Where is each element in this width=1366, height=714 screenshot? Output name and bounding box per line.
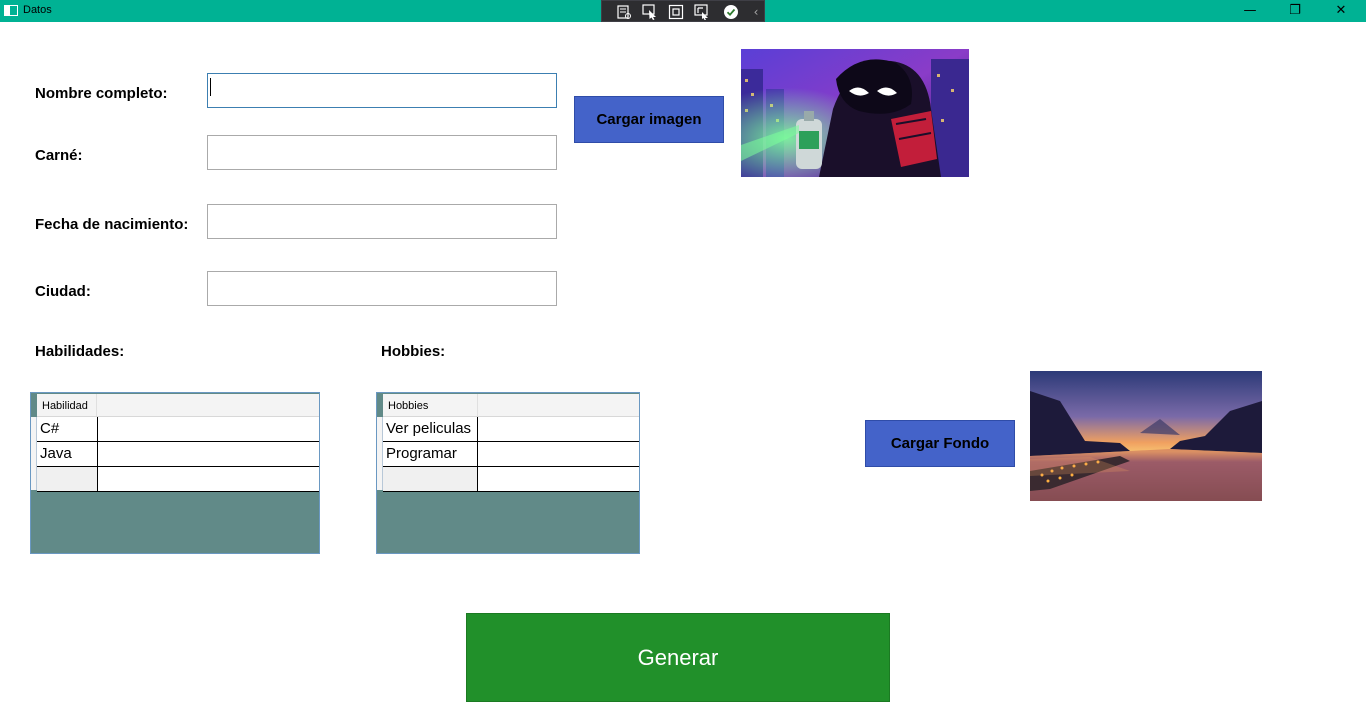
- habilidades-grid-header: Habilidad: [37, 394, 319, 417]
- display-layout-adorners-icon[interactable]: [668, 4, 684, 20]
- hobbies-cell[interactable]: [478, 442, 639, 466]
- habilidades-cell[interactable]: Java: [37, 442, 98, 466]
- minimize-button[interactable]: —: [1227, 0, 1273, 22]
- fecha-nacimiento-input[interactable]: [207, 204, 557, 239]
- hot-reload-check-icon[interactable]: [723, 4, 739, 20]
- hobbies-cell[interactable]: [383, 467, 478, 491]
- habilidades-column-habilidad[interactable]: Habilidad: [37, 394, 97, 416]
- table-row[interactable]: C#: [37, 417, 319, 442]
- habilidades-column-extra[interactable]: [97, 394, 319, 416]
- hobbies-cell[interactable]: [478, 467, 639, 491]
- hobbies-cell[interactable]: Ver peliculas: [383, 417, 478, 441]
- habilidades-datagrid[interactable]: Habilidad C# Java: [30, 392, 320, 554]
- carne-input[interactable]: [207, 135, 557, 170]
- habilidades-cell[interactable]: [98, 417, 319, 441]
- nombre-completo-input[interactable]: [207, 73, 557, 108]
- fecha-nacimiento-label: Fecha de nacimiento:: [35, 216, 189, 233]
- nombre-completo-label: Nombre completo:: [35, 85, 168, 102]
- table-row[interactable]: Programar: [383, 442, 639, 467]
- xaml-debug-toolbar: ‹: [601, 0, 765, 22]
- habilidades-cell[interactable]: [98, 467, 319, 491]
- habilidades-cell[interactable]: [98, 442, 319, 466]
- text-caret: [210, 78, 211, 96]
- window-title-bar[interactable]: Datos ‹ — ❐ ✕: [0, 0, 1366, 22]
- hobbies-cell[interactable]: [478, 417, 639, 441]
- table-row-new[interactable]: [37, 467, 319, 492]
- generar-button[interactable]: Generar: [466, 613, 890, 702]
- hobbies-column-extra[interactable]: [478, 394, 639, 416]
- ciudad-input[interactable]: [207, 271, 557, 306]
- background-image: [1030, 371, 1262, 501]
- table-row[interactable]: Ver peliculas: [383, 417, 639, 442]
- profile-image: [741, 49, 969, 177]
- cargar-fondo-button[interactable]: Cargar Fondo: [865, 420, 1015, 467]
- select-element-icon[interactable]: [642, 4, 658, 20]
- ciudad-label: Ciudad:: [35, 283, 91, 300]
- hobbies-column-hobbies[interactable]: Hobbies: [383, 394, 478, 416]
- collapse-chevron-icon[interactable]: ‹: [748, 4, 764, 20]
- track-focus-icon[interactable]: [694, 4, 710, 20]
- table-row[interactable]: Java: [37, 442, 319, 467]
- hobbies-grid-header: Hobbies: [383, 394, 639, 417]
- habilidades-cell[interactable]: C#: [37, 417, 98, 441]
- window-title: Datos: [23, 4, 52, 16]
- habilidades-cell[interactable]: [37, 467, 98, 491]
- table-row-new[interactable]: [383, 467, 639, 492]
- cargar-imagen-button[interactable]: Cargar imagen: [574, 96, 724, 143]
- carne-label: Carné:: [35, 147, 83, 164]
- app-window-icon: [4, 5, 18, 16]
- hobbies-datagrid[interactable]: Hobbies Ver peliculas Programar: [376, 392, 640, 554]
- habilidades-title: Habilidades:: [35, 343, 125, 360]
- close-button[interactable]: ✕: [1318, 0, 1364, 22]
- live-visual-tree-icon[interactable]: [616, 4, 632, 20]
- restore-button[interactable]: ❐: [1272, 0, 1318, 22]
- hobbies-cell[interactable]: Programar: [383, 442, 478, 466]
- hobbies-title: Hobbies:: [381, 343, 446, 360]
